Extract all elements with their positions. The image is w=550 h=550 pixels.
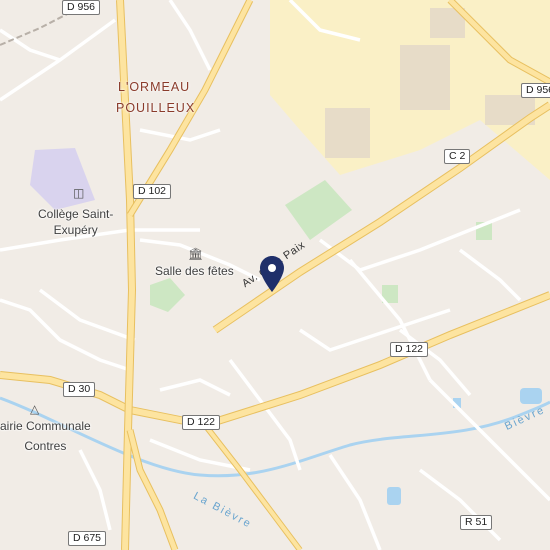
school-area [30, 148, 95, 210]
route-shield-d122-west: D 122 [182, 415, 221, 430]
college-label: Collège Saint- Exupéry [38, 207, 114, 237]
district-label-pouilleux: POUILLEUX [116, 101, 196, 115]
map-view[interactable]: L'ORMEAU POUILLEUX ◫ 🏛 △ Collège Saint- … [0, 0, 550, 550]
route-shield-d956: D 956 [521, 83, 550, 98]
route-shield-d122-east: D 122 [390, 342, 429, 357]
pond [520, 388, 542, 404]
route-shield-top: D 956 [62, 0, 101, 15]
mountain-icon: △ [30, 402, 40, 416]
route-shield-d30: D 30 [63, 382, 96, 397]
route-shield-d102: D 102 [133, 184, 172, 199]
route-shield-r51: R 51 [460, 515, 493, 530]
location-pin-icon[interactable] [260, 256, 284, 292]
pond [387, 487, 401, 505]
mairie-label: airie Communale Contres [0, 419, 91, 453]
district-label-ormeau: L'ORMEAU [118, 80, 191, 94]
route-shield-c2: C 2 [444, 149, 471, 164]
building [325, 108, 370, 158]
green-area [285, 180, 352, 240]
salle-label: Salle des fêtes [155, 264, 234, 278]
building [400, 45, 450, 110]
green-area [150, 278, 185, 312]
town-hall-icon: 🏛 [188, 247, 204, 261]
route-shield-d675: D 675 [68, 531, 107, 546]
school-icon: ◫ [73, 186, 85, 200]
